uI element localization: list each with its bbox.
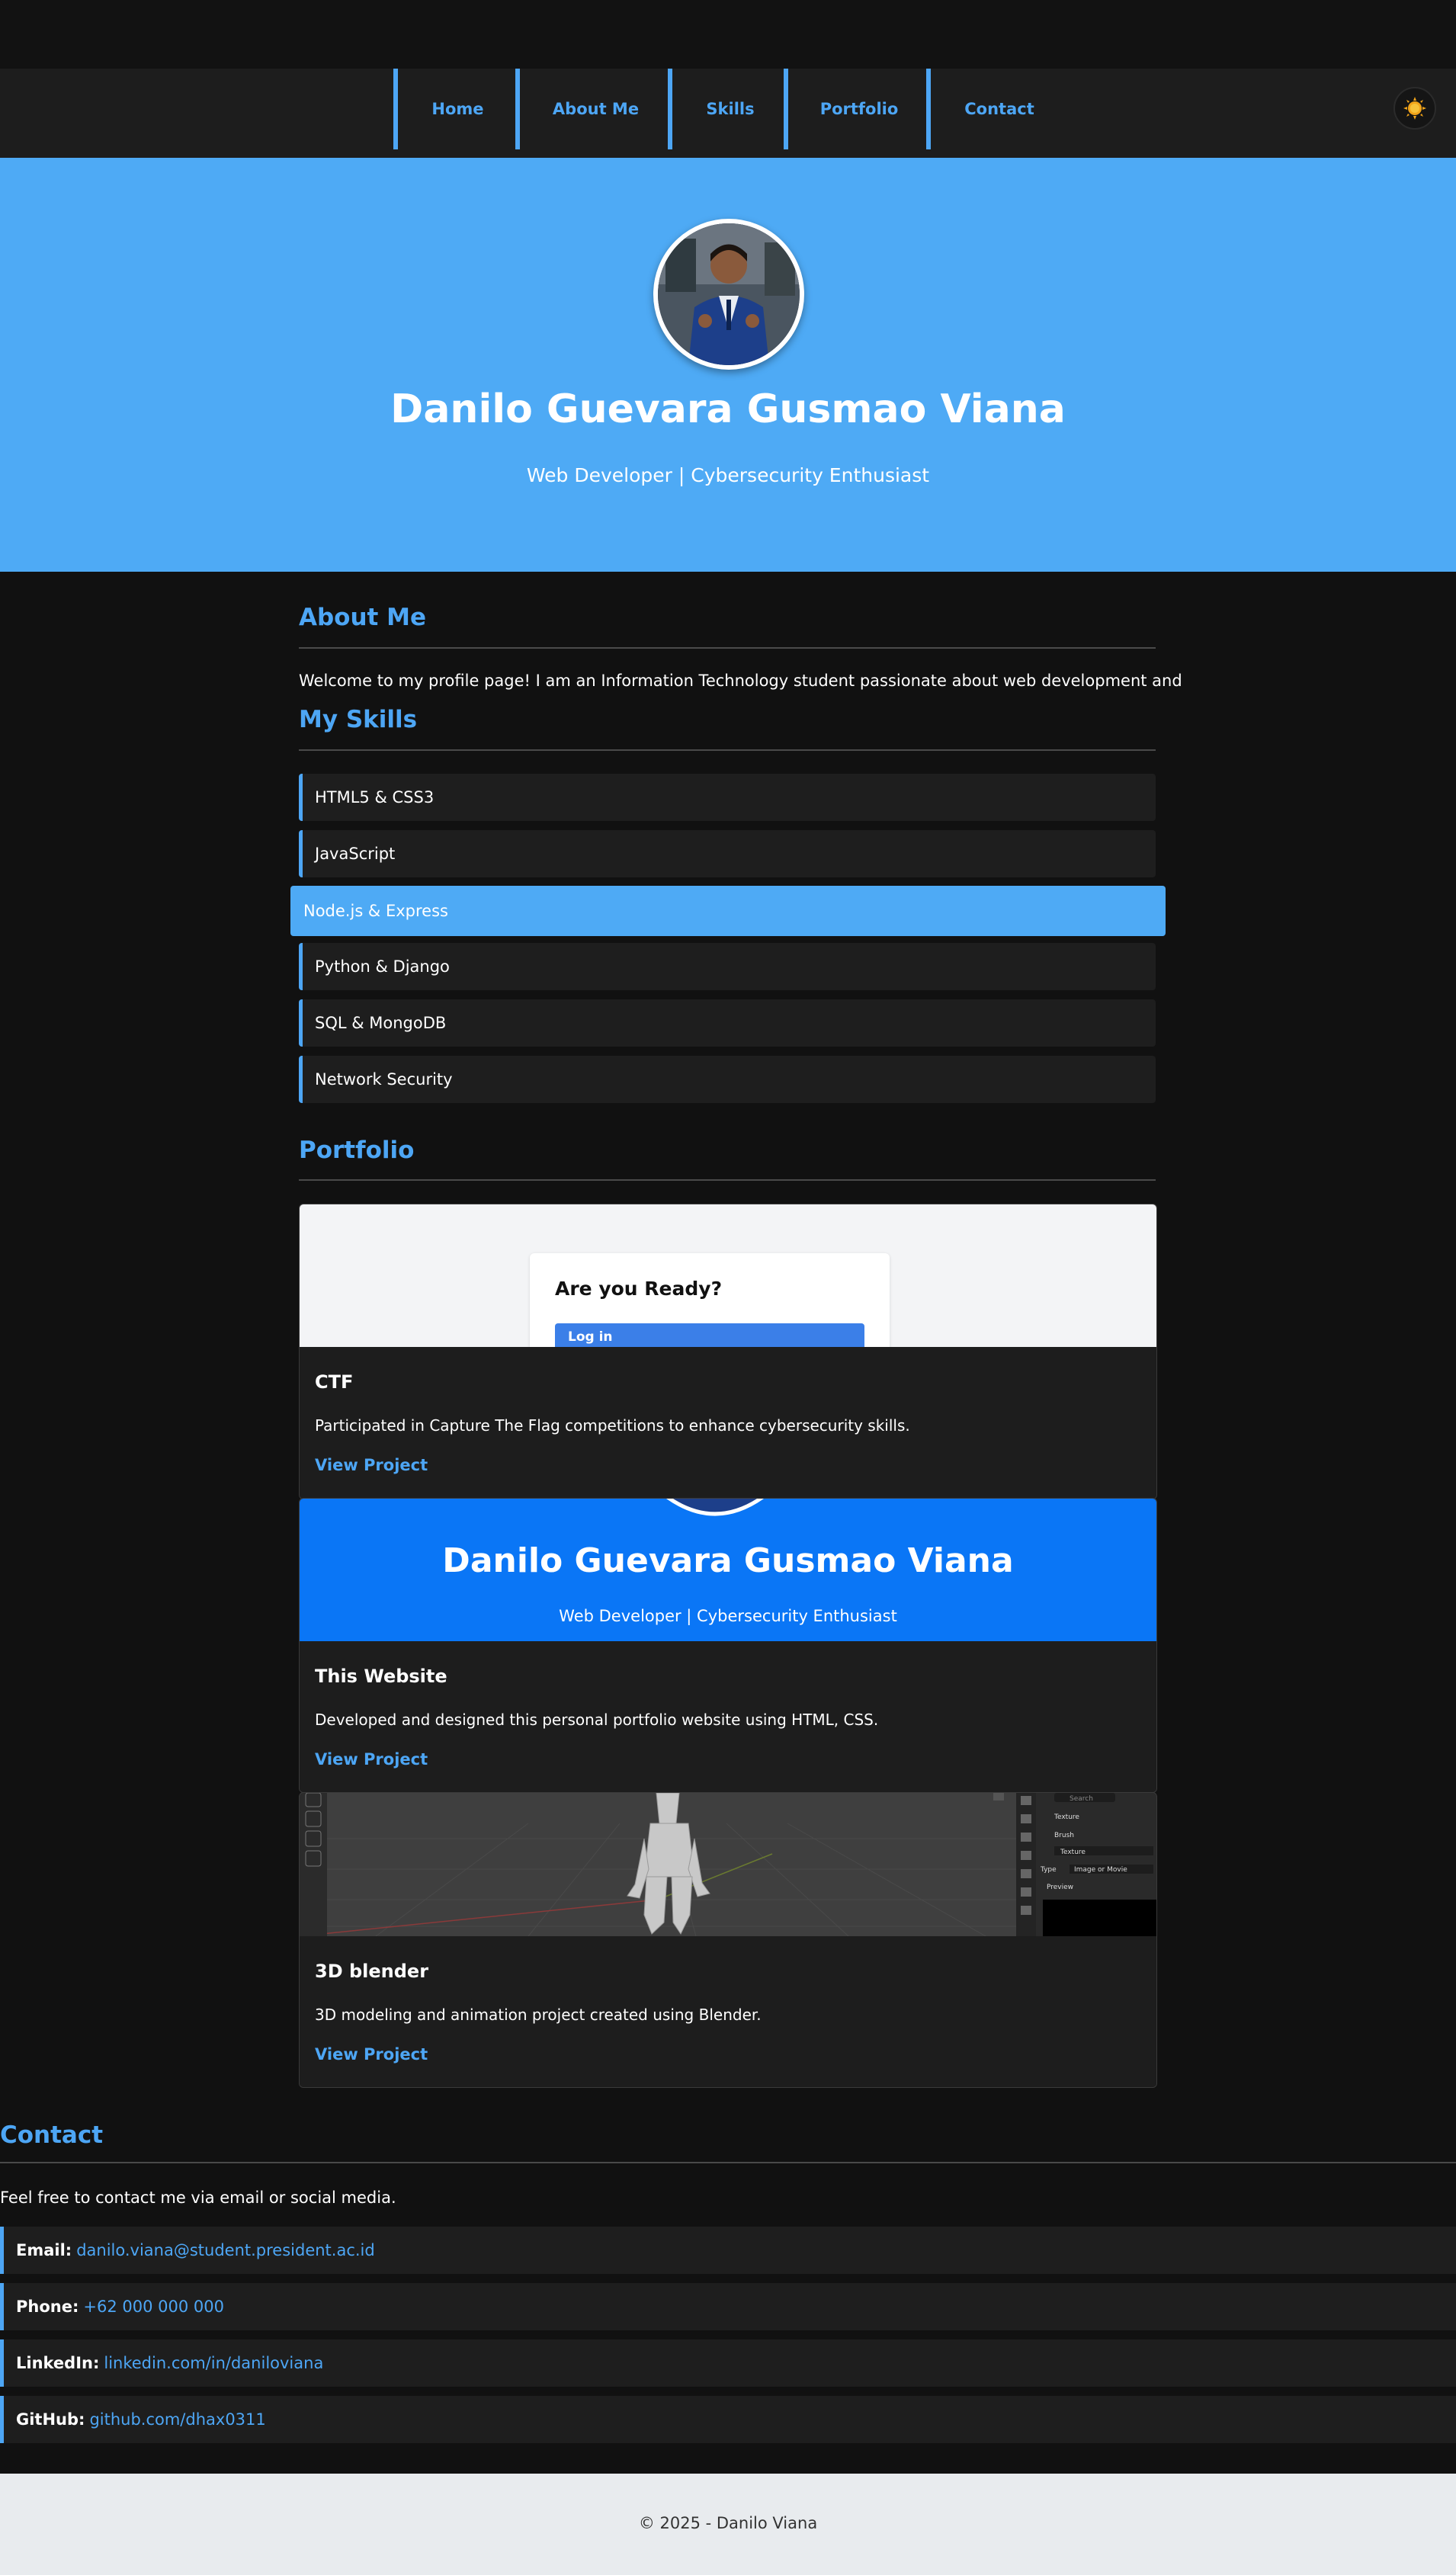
portfolio-title: Portfolio — [299, 1137, 415, 1164]
navbar: Home About Me Skills Portfolio Contact — [0, 69, 1456, 158]
nav-home[interactable]: Home — [393, 69, 518, 149]
project-body: CTF Participated in Capture The Flag com… — [300, 1347, 1156, 1499]
skill-item[interactable]: Python & Django — [299, 943, 1156, 990]
project-preview-blender: Search Texture Brush Texture Type Image … — [300, 1793, 1156, 1936]
footer: © 2025 - Danilo Viana — [0, 2474, 1456, 2575]
preview-avatar-fragment — [666, 1499, 764, 1516]
contact-phone: Phone: +62 000 000 000 — [0, 2283, 1456, 2330]
blender-texture-field: Texture — [1060, 1849, 1086, 1856]
project-card-blender: Search Texture Brush Texture Type Image … — [299, 1792, 1157, 2088]
project-preview-website: Danilo Guevara Gusmao Viana Web Develope… — [300, 1499, 1156, 1641]
about-title: About Me — [299, 604, 427, 631]
about-text: Welcome to my profile page! I am an Info… — [299, 672, 1182, 690]
contact-intro: Feel free to contact me via email or soc… — [0, 2189, 396, 2207]
blender-viewport: Search Texture Brush Texture Type Image … — [300, 1793, 1156, 1936]
skills-divider — [299, 749, 1156, 751]
portfolio-divider — [299, 1179, 1156, 1181]
phone-link[interactable]: +62 000 000 000 — [83, 2298, 224, 2316]
hero-name: Danilo Guevara Gusmao Viana — [390, 386, 1066, 432]
about-divider — [299, 647, 1156, 649]
view-project-link[interactable]: View Project — [315, 1750, 428, 1769]
project-card-website: Danilo Guevara Gusmao Viana Web Develope… — [299, 1498, 1157, 1793]
project-card-ctf: Are you Ready? Log in CTF Participated i… — [299, 1204, 1157, 1499]
contact-title: Contact — [0, 2121, 104, 2149]
skills-title: My Skills — [299, 706, 418, 733]
skill-item[interactable]: SQL & MongoDB — [299, 999, 1156, 1047]
nav-about-me[interactable]: About Me — [515, 69, 672, 149]
avatar — [653, 219, 804, 370]
contact-email: Email: danilo.viana@student.president.ac… — [0, 2227, 1456, 2274]
skill-item-hovered[interactable]: Node.js & Express — [290, 886, 1166, 936]
project-body: 3D blender 3D modeling and animation pro… — [300, 1936, 1156, 2087]
contact-label: GitHub: — [16, 2410, 85, 2429]
nav-contact[interactable]: Contact — [926, 69, 1068, 149]
project-body: This Website Developed and designed this… — [300, 1641, 1156, 1792]
hero-section: Danilo Guevara Gusmao Viana Web Develope… — [0, 158, 1456, 572]
hero-tagline: Web Developer | Cybersecurity Enthusiast — [526, 464, 930, 486]
blender-type-label: Type — [1040, 1866, 1057, 1874]
project-title: CTF — [315, 1371, 354, 1393]
login-preview-button: Log in — [555, 1323, 864, 1347]
blender-brush-label: Brush — [1054, 1832, 1074, 1839]
nav-skills[interactable]: Skills — [668, 69, 788, 149]
project-preview-ctf: Are you Ready? Log in — [300, 1204, 1156, 1347]
contact-linkedin: LinkedIn: linkedin.com/in/daniloviana — [0, 2339, 1456, 2387]
linkedin-link[interactable]: linkedin.com/in/daniloviana — [104, 2354, 323, 2372]
blender-preview-label: Preview — [1047, 1884, 1073, 1891]
login-preview-box: Are you Ready? Log in — [530, 1253, 890, 1347]
blender-texture-label: Texture — [1054, 1813, 1079, 1821]
blender-search-text: Search — [1070, 1795, 1093, 1803]
theme-toggle-button[interactable] — [1393, 87, 1436, 130]
email-link[interactable]: danilo.viana@student.president.ac.id — [76, 2241, 375, 2259]
github-link[interactable]: github.com/dhax0311 — [89, 2410, 265, 2429]
project-title: 3D blender — [315, 1961, 429, 1982]
blender-type-value: Image or Movie — [1074, 1866, 1127, 1874]
project-description: Developed and designed this personal por… — [315, 1711, 879, 1729]
contact-github: GitHub: github.com/dhax0311 — [0, 2396, 1456, 2443]
project-title: This Website — [315, 1666, 447, 1687]
nav-portfolio[interactable]: Portfolio — [784, 69, 930, 149]
project-description: Participated in Capture The Flag competi… — [315, 1416, 910, 1435]
preview-tagline: Web Developer | Cybersecurity Enthusiast — [559, 1607, 897, 1625]
project-description: 3D modeling and animation project create… — [315, 2006, 762, 2024]
view-project-link[interactable]: View Project — [315, 2045, 428, 2064]
footer-copyright: © 2025 - Danilo Viana — [638, 2514, 818, 2532]
contact-divider — [0, 2162, 1456, 2163]
skill-item[interactable]: HTML5 & CSS3 — [299, 774, 1156, 821]
top-gap — [0, 0, 1456, 69]
skill-item[interactable]: JavaScript — [299, 830, 1156, 877]
contact-label: Phone: — [16, 2298, 79, 2316]
skill-item[interactable]: Network Security — [299, 1056, 1156, 1103]
preview-name: Danilo Guevara Gusmao Viana — [442, 1541, 1014, 1580]
contact-label: Email: — [16, 2241, 72, 2259]
view-project-link[interactable]: View Project — [315, 1456, 428, 1474]
sun-icon — [1403, 97, 1426, 120]
contact-label: LinkedIn: — [16, 2354, 100, 2372]
login-preview-heading: Are you Ready? — [555, 1278, 723, 1300]
